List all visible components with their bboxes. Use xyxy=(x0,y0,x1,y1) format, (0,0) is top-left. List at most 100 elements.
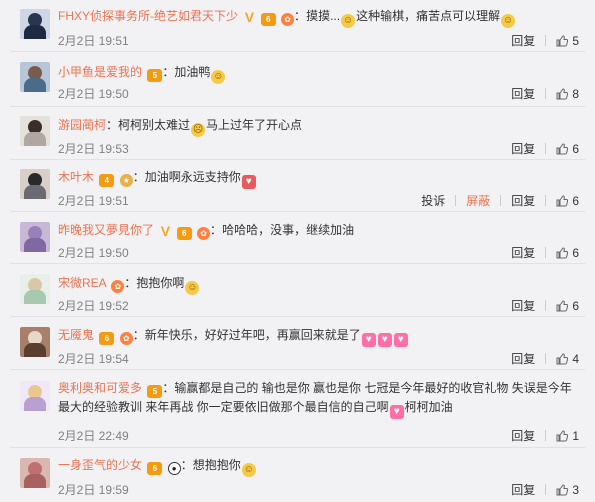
avatar[interactable] xyxy=(20,169,50,199)
comment-text-2: 柯柯加油 xyxy=(404,400,453,414)
vip-badge-icon: 6 xyxy=(147,462,163,475)
avatar[interactable] xyxy=(20,327,50,357)
avatar[interactable] xyxy=(20,62,50,92)
comment-text: 想抱抱你 xyxy=(192,458,241,472)
sad-emoji-icon: ☹ xyxy=(191,123,206,137)
comment-text-2: 这种输棋，痛苦点可以理解 xyxy=(356,9,501,23)
divider xyxy=(455,195,457,206)
comment-text: 摸摸... xyxy=(306,9,341,23)
vip-badge-icon: 6 xyxy=(260,13,276,26)
avatar[interactable] xyxy=(20,116,50,146)
timestamp: 2月2日 19:53 xyxy=(58,142,129,156)
vip-badge-icon: 6 xyxy=(176,227,192,240)
avatar[interactable] xyxy=(20,274,50,304)
medal-icon: ★ xyxy=(119,174,133,187)
comment-actions: 回复 3 xyxy=(511,481,579,498)
like-button[interactable]: 6 xyxy=(556,194,579,208)
comment-text-line: 小甲鱼是爱我的 5 ：加油鸭 ☺ xyxy=(58,65,226,84)
username[interactable]: 小甲鱼是爱我的 xyxy=(58,65,142,79)
username[interactable]: 宋微REA xyxy=(58,276,106,290)
reply-button[interactable]: 回复 xyxy=(511,194,535,208)
like-count: 3 xyxy=(572,483,579,497)
username[interactable]: 奥利奥和可爱多 xyxy=(58,381,142,395)
like-button[interactable]: 5 xyxy=(556,34,579,48)
like-button[interactable]: 4 xyxy=(556,352,579,366)
thumbs-up-icon xyxy=(556,247,569,259)
like-button[interactable]: 8 xyxy=(556,87,579,101)
comment-text: 哈哈哈，没事，继续加油 xyxy=(222,223,355,237)
comment-item: FHXY侦探事务所-绝艺如君天下少 V 6 ✿ ：摸摸... ☺ 这种输棋，痛苦点可以… xyxy=(0,0,595,52)
reply-button[interactable]: 回复 xyxy=(511,142,535,156)
like-button[interactable]: 6 xyxy=(556,299,579,313)
comment-actions: 回复 8 xyxy=(511,85,579,102)
hug-emoji-icon: ☺ xyxy=(185,281,200,295)
username[interactable]: 一身歪气的少女 xyxy=(58,458,142,472)
comment-text: 加油啊永远支持你 xyxy=(144,170,241,184)
comment-actions: 回复 4 xyxy=(511,350,579,367)
comment-text-line: FHXY侦探事务所-绝艺如君天下少 V 6 ✿ ：摸摸... ☺ 这种输棋，痛苦点可以… xyxy=(58,9,516,28)
username[interactable]: 无魇鬼 xyxy=(58,328,94,342)
comment-item: 昨晚我又夢見你了 V 6 ✿ ：哈哈哈，没事，继续加油 2月2日 19:50 回复… xyxy=(0,212,595,264)
like-count: 6 xyxy=(572,142,579,156)
heart-emoji-icon: ♥ xyxy=(361,333,376,347)
comment-item: 无魇鬼 6 ✿ ：新年快乐，好好过年吧，再赢回来就是了 ♥ ♥ ♥ 2月2日 19:54… xyxy=(0,317,595,370)
username[interactable]: 游园蔺柯 xyxy=(58,118,106,132)
username[interactable]: FHXY侦探事务所-绝艺如君天下少 xyxy=(58,9,238,23)
hug-emoji-icon: ☺ xyxy=(501,14,516,28)
reply-button[interactable]: 回复 xyxy=(511,87,535,101)
like-count: 1 xyxy=(572,429,579,443)
like-button[interactable]: 6 xyxy=(556,246,579,260)
divider xyxy=(545,484,547,495)
comment-actions: 回复 1 xyxy=(511,427,579,444)
avatar[interactable] xyxy=(20,458,50,488)
thumbs-up-icon xyxy=(556,88,569,100)
username[interactable]: 木叶木 xyxy=(58,170,94,184)
reply-button[interactable]: 回复 xyxy=(511,429,535,443)
reply-button[interactable]: 回复 xyxy=(511,246,535,260)
like-count: 5 xyxy=(572,34,579,48)
username[interactable]: 昨晚我又夢見你了 xyxy=(58,223,154,237)
avatar[interactable] xyxy=(20,381,50,411)
comment-item: 一身歪气的少女 6 ● ：想抱抱你 ☺ 2月2日 19:59 回复 3 xyxy=(0,448,595,502)
fan-badge-icon: ✿ xyxy=(111,280,125,293)
reply-button[interactable]: 回复 xyxy=(511,34,535,48)
reply-button[interactable]: 回复 xyxy=(511,299,535,313)
timestamp: 2月2日 19:52 xyxy=(58,299,129,313)
comment-actions: 回复 6 xyxy=(511,297,579,314)
avatar[interactable] xyxy=(20,222,50,252)
panda-badge-icon: ● xyxy=(167,462,181,475)
comment-text-line: 木叶木 4 ★ ：加油啊永远支持你 ♥ xyxy=(58,168,583,189)
thumbs-up-icon xyxy=(556,35,569,47)
reply-button[interactable]: 回复 xyxy=(511,352,535,366)
divider xyxy=(500,195,502,206)
comment-text-line: 宋微REA ✿ ：抱抱你啊 ☺ xyxy=(58,276,200,295)
heart-emoji-icon: ♥ xyxy=(377,333,392,347)
timestamp: 2月2日 19:54 xyxy=(58,352,129,366)
reply-button[interactable]: 回复 xyxy=(511,483,535,497)
fan-badge-icon: ✿ xyxy=(281,13,295,26)
hug-emoji-icon: ☺ xyxy=(241,463,256,477)
comment-text-line: 游园蔺柯：柯柯别太难过 ☹ 马上过年了开心点 xyxy=(58,118,303,137)
comment-item: 木叶木 4 ★ ：加油啊永远支持你 ♥ 2月2日 19:51 投诉 屏蔽 回复 6 xyxy=(0,160,595,212)
comment-list: FHXY侦探事务所-绝艺如君天下少 V 6 ✿ ：摸摸... ☺ 这种输棋，痛苦点可以… xyxy=(0,0,595,502)
comment-text-line: 奥利奥和可爱多 5 ：输赢都是自己的 输也是你 赢也是你 七冠是今年最好的收官礼物… xyxy=(58,381,572,419)
comment-text: 加油鸭 xyxy=(174,65,211,79)
report-button[interactable]: 投诉 xyxy=(421,194,445,208)
vip-badge-icon: 6 xyxy=(99,332,115,345)
like-button[interactable]: 1 xyxy=(556,429,579,443)
like-button[interactable]: 6 xyxy=(556,142,579,156)
cheer-emoji-icon: ♥ xyxy=(241,175,256,189)
like-count: 4 xyxy=(572,352,579,366)
vip-badge-icon: 4 xyxy=(99,174,115,187)
thumbs-up-icon xyxy=(556,143,569,155)
avatar[interactable] xyxy=(20,9,50,39)
block-button[interactable]: 屏蔽 xyxy=(466,194,490,208)
thumbs-up-icon xyxy=(556,430,569,442)
comment-text-line: 无魇鬼 6 ✿ ：新年快乐，好好过年吧，再赢回来就是了 ♥ ♥ ♥ xyxy=(58,326,583,347)
like-button[interactable]: 3 xyxy=(556,483,579,497)
comment-actions: 回复 5 xyxy=(511,32,579,49)
comment-text-line: 昨晚我又夢見你了 V 6 ✿ ：哈哈哈，没事，继续加油 xyxy=(58,223,355,240)
verified-icon: V xyxy=(244,9,255,25)
timestamp: 2月2日 19:51 xyxy=(58,194,129,208)
comment-actions: 投诉 屏蔽 回复 6 xyxy=(421,192,579,209)
